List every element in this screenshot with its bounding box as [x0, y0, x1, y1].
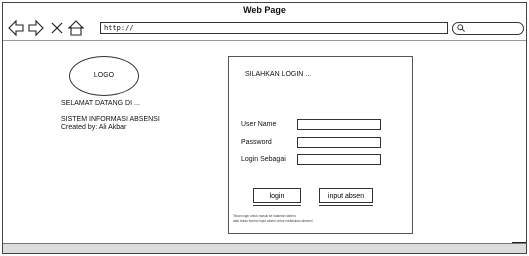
instruction-note-line-1: Tekan login untuk masuk ke halaman siste…	[233, 214, 297, 218]
login-button[interactable]: login	[253, 188, 301, 203]
login-button-underline	[253, 205, 301, 206]
username-label: User Name	[241, 121, 277, 128]
home-icon[interactable]	[67, 19, 85, 37]
input-absen-button-underline	[319, 205, 373, 206]
close-icon[interactable]	[48, 19, 66, 37]
logo: LOGO	[69, 56, 139, 96]
browser-toolbar: http://	[3, 17, 526, 39]
search-icon	[457, 24, 465, 32]
logo-label: LOGO	[93, 72, 115, 79]
toolbar-divider	[3, 40, 526, 41]
password-label: Password	[241, 139, 272, 146]
window-title: Web Page	[243, 5, 286, 15]
system-name: SISTEM INFORMASI ABSENSI	[61, 116, 160, 123]
login-as-label: Login Sebagai	[241, 156, 286, 163]
credit-text: Created by: Ali Akbar	[61, 124, 127, 131]
username-field[interactable]	[297, 119, 381, 130]
login-panel: SILAHKAN LOGIN ... User Name Password Lo…	[228, 56, 413, 234]
search-input[interactable]	[452, 22, 524, 35]
login-title: SILAHKAN LOGIN ...	[245, 71, 312, 78]
forward-arrow-icon[interactable]	[27, 19, 45, 37]
welcome-text: SELAMAT DATANG DI ...	[61, 100, 140, 107]
back-arrow-icon[interactable]	[7, 19, 25, 37]
password-field[interactable]	[297, 137, 381, 148]
instruction-note-line-2: atau tekan tombol input absen untuk mela…	[233, 219, 313, 223]
status-bar	[3, 243, 526, 253]
login-as-field[interactable]	[297, 154, 381, 165]
browser-window: Web Page http:// LOGO SELAMAT DATANG DI …	[2, 2, 527, 254]
address-bar[interactable]: http://	[100, 22, 448, 34]
input-absen-button[interactable]: input absen	[319, 188, 373, 203]
